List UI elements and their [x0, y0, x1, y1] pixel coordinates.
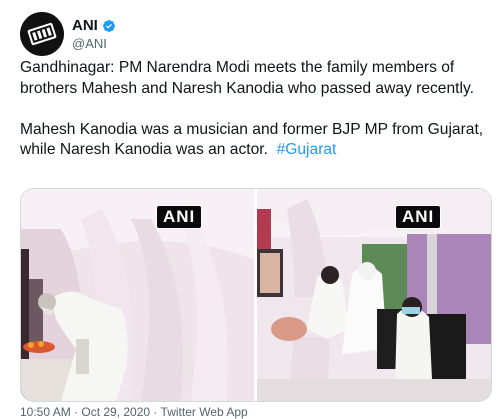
photo-left[interactable]: ANI	[21, 189, 254, 401]
photo-left-scene	[21, 189, 254, 401]
author-name-row[interactable]: ANI	[72, 17, 116, 34]
tweet-text: Gandhinagar: PM Narendra Modi meets the …	[20, 58, 490, 161]
photo-right[interactable]: ANI	[257, 189, 491, 401]
ani-watermark-left: ANI	[156, 205, 203, 229]
avatar[interactable]	[20, 12, 64, 56]
tweet-card: ANI @ANI Gandhinagar: PM Narendra Modi m…	[0, 0, 500, 419]
photo-right-scene	[257, 189, 491, 401]
tweet-body: Gandhinagar: PM Narendra Modi meets the …	[20, 59, 484, 158]
author-handle[interactable]: @ANI	[72, 36, 107, 51]
author-name[interactable]: ANI	[72, 17, 98, 34]
ani-logo-icon	[20, 12, 64, 56]
tweet-footer[interactable]: 10:50 AM · Oct 29, 2020 · Twitter Web Ap…	[20, 405, 248, 419]
verified-badge-icon	[102, 19, 115, 32]
ani-watermark-right: ANI	[395, 205, 442, 229]
hashtag-link[interactable]: #Gujarat	[277, 141, 337, 158]
media-grid: ANI ANI	[20, 188, 492, 402]
